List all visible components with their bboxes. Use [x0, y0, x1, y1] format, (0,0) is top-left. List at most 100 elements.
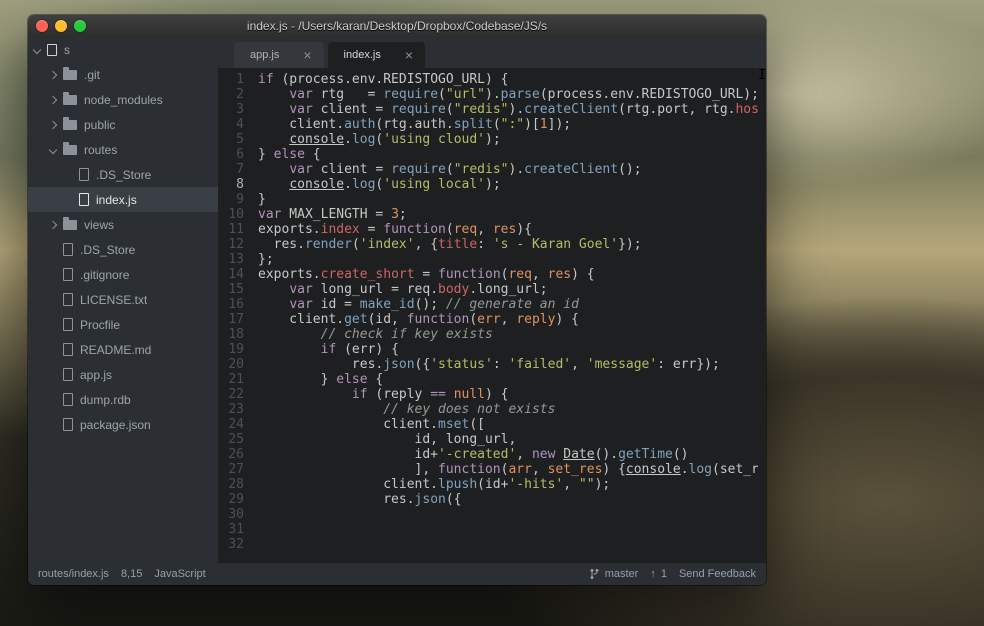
code-line[interactable]: if (err) {	[258, 342, 758, 357]
tree-item-label: index.js	[96, 193, 137, 207]
code-line[interactable]: client.mset([	[258, 417, 758, 432]
tree-file-LICENSE.txt[interactable]: LICENSE.txt	[28, 287, 218, 312]
tree-file-.DS_Store[interactable]: .DS_Store	[28, 162, 218, 187]
code-content[interactable]: if (process.env.REDISTOGO_URL) { var rtg…	[252, 68, 758, 563]
text-cursor-icon: I	[758, 68, 766, 563]
code-line[interactable]: // key does not exists	[258, 402, 758, 417]
tree-item-label: views	[84, 218, 114, 232]
line-number: 25	[218, 432, 244, 447]
code-line[interactable]: client.lpush(id+'-hits', "");	[258, 477, 758, 492]
status-branch[interactable]: master	[589, 568, 639, 580]
line-number: 12	[218, 237, 244, 252]
code-line[interactable]: console.log('using cloud');	[258, 132, 758, 147]
code-line[interactable]: var client = require("redis").createClie…	[258, 102, 758, 117]
file-icon	[79, 168, 89, 181]
tree-item-label: .DS_Store	[80, 243, 135, 257]
status-ahead[interactable]: ↑ 1	[650, 568, 667, 580]
tree-file-.gitignore[interactable]: .gitignore	[28, 262, 218, 287]
sidebar-root-label: s	[64, 43, 70, 57]
status-bar: routes/index.js 8,15 JavaScript master ↑…	[28, 563, 766, 585]
folder-icon	[63, 120, 77, 130]
code-line[interactable]: } else {	[258, 147, 758, 162]
tab-bar: app.js×index.js×	[218, 37, 766, 68]
tree-folder-views[interactable]: views	[28, 212, 218, 237]
close-tab-icon[interactable]: ×	[405, 48, 413, 62]
chevron-right-icon[interactable]	[49, 70, 57, 78]
tree-item-label: Procfile	[80, 318, 120, 332]
code-line[interactable]: var MAX_LENGTH = 3;	[258, 207, 758, 222]
sidebar-root[interactable]: s	[28, 37, 218, 62]
code-line[interactable]: } else {	[258, 372, 758, 387]
send-feedback-link[interactable]: Send Feedback	[679, 568, 756, 580]
chevron-right-icon[interactable]	[49, 120, 57, 128]
tree-folder-.git[interactable]: .git	[28, 62, 218, 87]
chevron-right-icon[interactable]	[49, 95, 57, 103]
tree-item-label: .gitignore	[80, 268, 129, 282]
code-line[interactable]: if (reply == null) {	[258, 387, 758, 402]
file-tree-sidebar[interactable]: s .gitnode_modulespublicroutes.DS_Storei…	[28, 37, 218, 563]
code-line[interactable]: id, long_url,	[258, 432, 758, 447]
chevron-right-icon[interactable]	[49, 220, 57, 228]
code-line[interactable]: res.json({	[258, 492, 758, 507]
code-line[interactable]: res.render('index', {title: 's - Karan G…	[258, 237, 758, 252]
tree-folder-node_modules[interactable]: node_modules	[28, 87, 218, 112]
code-line[interactable]: var rtg = require("url").parse(process.e…	[258, 87, 758, 102]
line-number: 26	[218, 447, 244, 462]
tree-file-Procfile[interactable]: Procfile	[28, 312, 218, 337]
tree-folder-public[interactable]: public	[28, 112, 218, 137]
ahead-count: 1	[661, 568, 667, 580]
tree-folder-routes[interactable]: routes	[28, 137, 218, 162]
chevron-placeholder	[50, 247, 56, 253]
code-line[interactable]: client.get(id, function(err, reply) {	[258, 312, 758, 327]
chevron-placeholder	[66, 172, 72, 178]
tree-file-index.js[interactable]: index.js	[28, 187, 218, 212]
arrow-up-icon: ↑	[650, 568, 656, 580]
status-cursor[interactable]: 8,15	[121, 568, 142, 580]
close-icon[interactable]	[36, 20, 48, 32]
line-number: 32	[218, 537, 244, 552]
code-line[interactable]: exports.index = function(req, res){	[258, 222, 758, 237]
file-icon	[63, 368, 73, 381]
file-icon	[63, 418, 73, 431]
chevron-placeholder	[50, 297, 56, 303]
titlebar[interactable]: index.js - /Users/karan/Desktop/Dropbox/…	[28, 15, 766, 37]
code-line[interactable]: exports.create_short = function(req, res…	[258, 267, 758, 282]
code-area[interactable]: 1234567891011121314151617181920212223242…	[218, 68, 766, 563]
folder-icon	[63, 70, 77, 80]
code-line[interactable]: res.json({'status': 'failed', 'message':…	[258, 357, 758, 372]
status-language[interactable]: JavaScript	[154, 568, 205, 580]
line-number: 23	[218, 402, 244, 417]
status-path[interactable]: routes/index.js	[38, 568, 109, 580]
repo-icon	[47, 44, 57, 56]
git-branch-icon	[589, 568, 600, 580]
tab-app.js[interactable]: app.js×	[234, 42, 324, 68]
code-line[interactable]: var client = require("redis").createClie…	[258, 162, 758, 177]
code-line[interactable]: console.log('using local');	[258, 177, 758, 192]
tree-item-label: README.md	[80, 343, 151, 357]
tree-file-app.js[interactable]: app.js	[28, 362, 218, 387]
minimize-icon[interactable]	[55, 20, 67, 32]
tab-index.js[interactable]: index.js×	[328, 42, 425, 68]
close-tab-icon[interactable]: ×	[303, 48, 311, 62]
tree-item-label: LICENSE.txt	[80, 293, 147, 307]
code-line[interactable]: };	[258, 252, 758, 267]
code-line[interactable]: id+'-created', new Date().getTime()	[258, 447, 758, 462]
line-number: 18	[218, 327, 244, 342]
tree-file-README.md[interactable]: README.md	[28, 337, 218, 362]
tree-file-dump.rdb[interactable]: dump.rdb	[28, 387, 218, 412]
code-line[interactable]: var long_url = req.body.long_url;	[258, 282, 758, 297]
code-line[interactable]: ], function(arr, set_res) {console.log(s…	[258, 462, 758, 477]
chevron-down-icon[interactable]	[49, 145, 57, 153]
tree-item-label: dump.rdb	[80, 393, 131, 407]
tree-file-package.json[interactable]: package.json	[28, 412, 218, 437]
chevron-placeholder	[50, 322, 56, 328]
code-line[interactable]: }	[258, 192, 758, 207]
code-line[interactable]: if (process.env.REDISTOGO_URL) {	[258, 72, 758, 87]
zoom-icon[interactable]	[74, 20, 86, 32]
file-icon	[79, 193, 89, 206]
code-line[interactable]: client.auth(rtg.auth.split(":")[1]);	[258, 117, 758, 132]
tree-item-label: package.json	[80, 418, 151, 432]
code-line[interactable]: var id = make_id(); // generate an id	[258, 297, 758, 312]
code-line[interactable]: // check if key exists	[258, 327, 758, 342]
tree-file-.DS_Store[interactable]: .DS_Store	[28, 237, 218, 262]
